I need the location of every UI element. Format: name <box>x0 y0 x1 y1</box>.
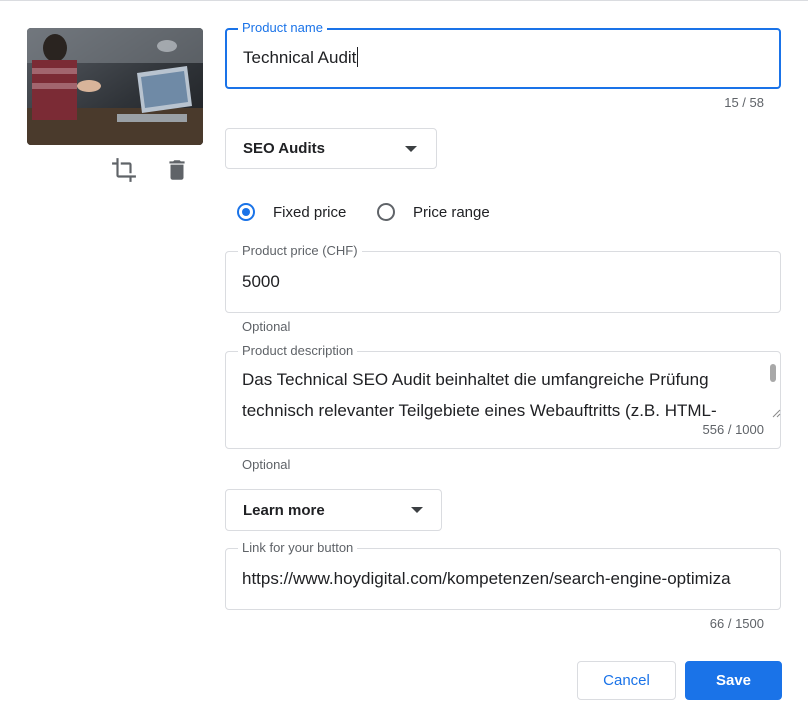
caret-down-icon <box>411 507 423 513</box>
radio-fixed-price[interactable]: Fixed price <box>237 201 357 227</box>
product-price-helper: Optional <box>242 319 291 334</box>
button-link-field[interactable]: Link for your button https://www.hoydigi… <box>225 541 781 610</box>
button-label-select[interactable]: Learn more <box>225 489 442 531</box>
radio-price-range[interactable]: Price range <box>377 201 507 227</box>
product-image <box>27 28 203 145</box>
crop-icon[interactable] <box>111 157 137 183</box>
cancel-button[interactable]: Cancel <box>577 661 676 700</box>
product-name-input[interactable]: Technical Audit <box>243 47 359 68</box>
top-divider <box>0 0 808 1</box>
product-description-counter: 556 / 1000 <box>702 422 764 437</box>
category-select[interactable]: SEO Audits <box>225 128 437 169</box>
text-caret <box>357 47 359 67</box>
product-description-helper: Optional <box>242 457 291 472</box>
product-price-field[interactable]: Product price (CHF) 5000 <box>225 244 781 313</box>
save-button[interactable]: Save <box>685 661 782 700</box>
caret-down-icon <box>405 146 417 152</box>
product-description-label: Product description <box>238 344 358 358</box>
radio-unchecked-icon <box>377 203 395 221</box>
button-link-input[interactable]: https://www.hoydigital.com/kompetenzen/s… <box>242 569 766 589</box>
radio-fixed-price-label: Fixed price <box>273 204 347 221</box>
product-name-field[interactable]: Product name Technical Audit <box>225 21 781 89</box>
product-name-label: Product name <box>238 21 327 35</box>
resize-handle-icon[interactable] <box>771 408 781 418</box>
product-description-textarea[interactable]: Das Technical SEO Audit beinhaltet die u… <box>242 364 748 426</box>
button-label-select-value: Learn more <box>243 502 325 519</box>
category-select-value: SEO Audits <box>243 140 325 157</box>
trash-icon[interactable] <box>164 157 190 183</box>
radio-dot <box>242 208 250 216</box>
product-description-field[interactable]: Product description Das Technical SEO Au… <box>225 344 781 449</box>
button-link-counter: 66 / 1500 <box>709 616 764 631</box>
radio-price-range-label: Price range <box>413 204 490 221</box>
button-link-label: Link for your button <box>238 541 358 555</box>
description-scrollbar-thumb[interactable] <box>770 364 776 382</box>
product-price-label: Product price (CHF) <box>238 244 362 258</box>
product-name-counter: 15 / 58 <box>724 95 764 110</box>
product-price-input[interactable]: 5000 <box>242 272 280 292</box>
